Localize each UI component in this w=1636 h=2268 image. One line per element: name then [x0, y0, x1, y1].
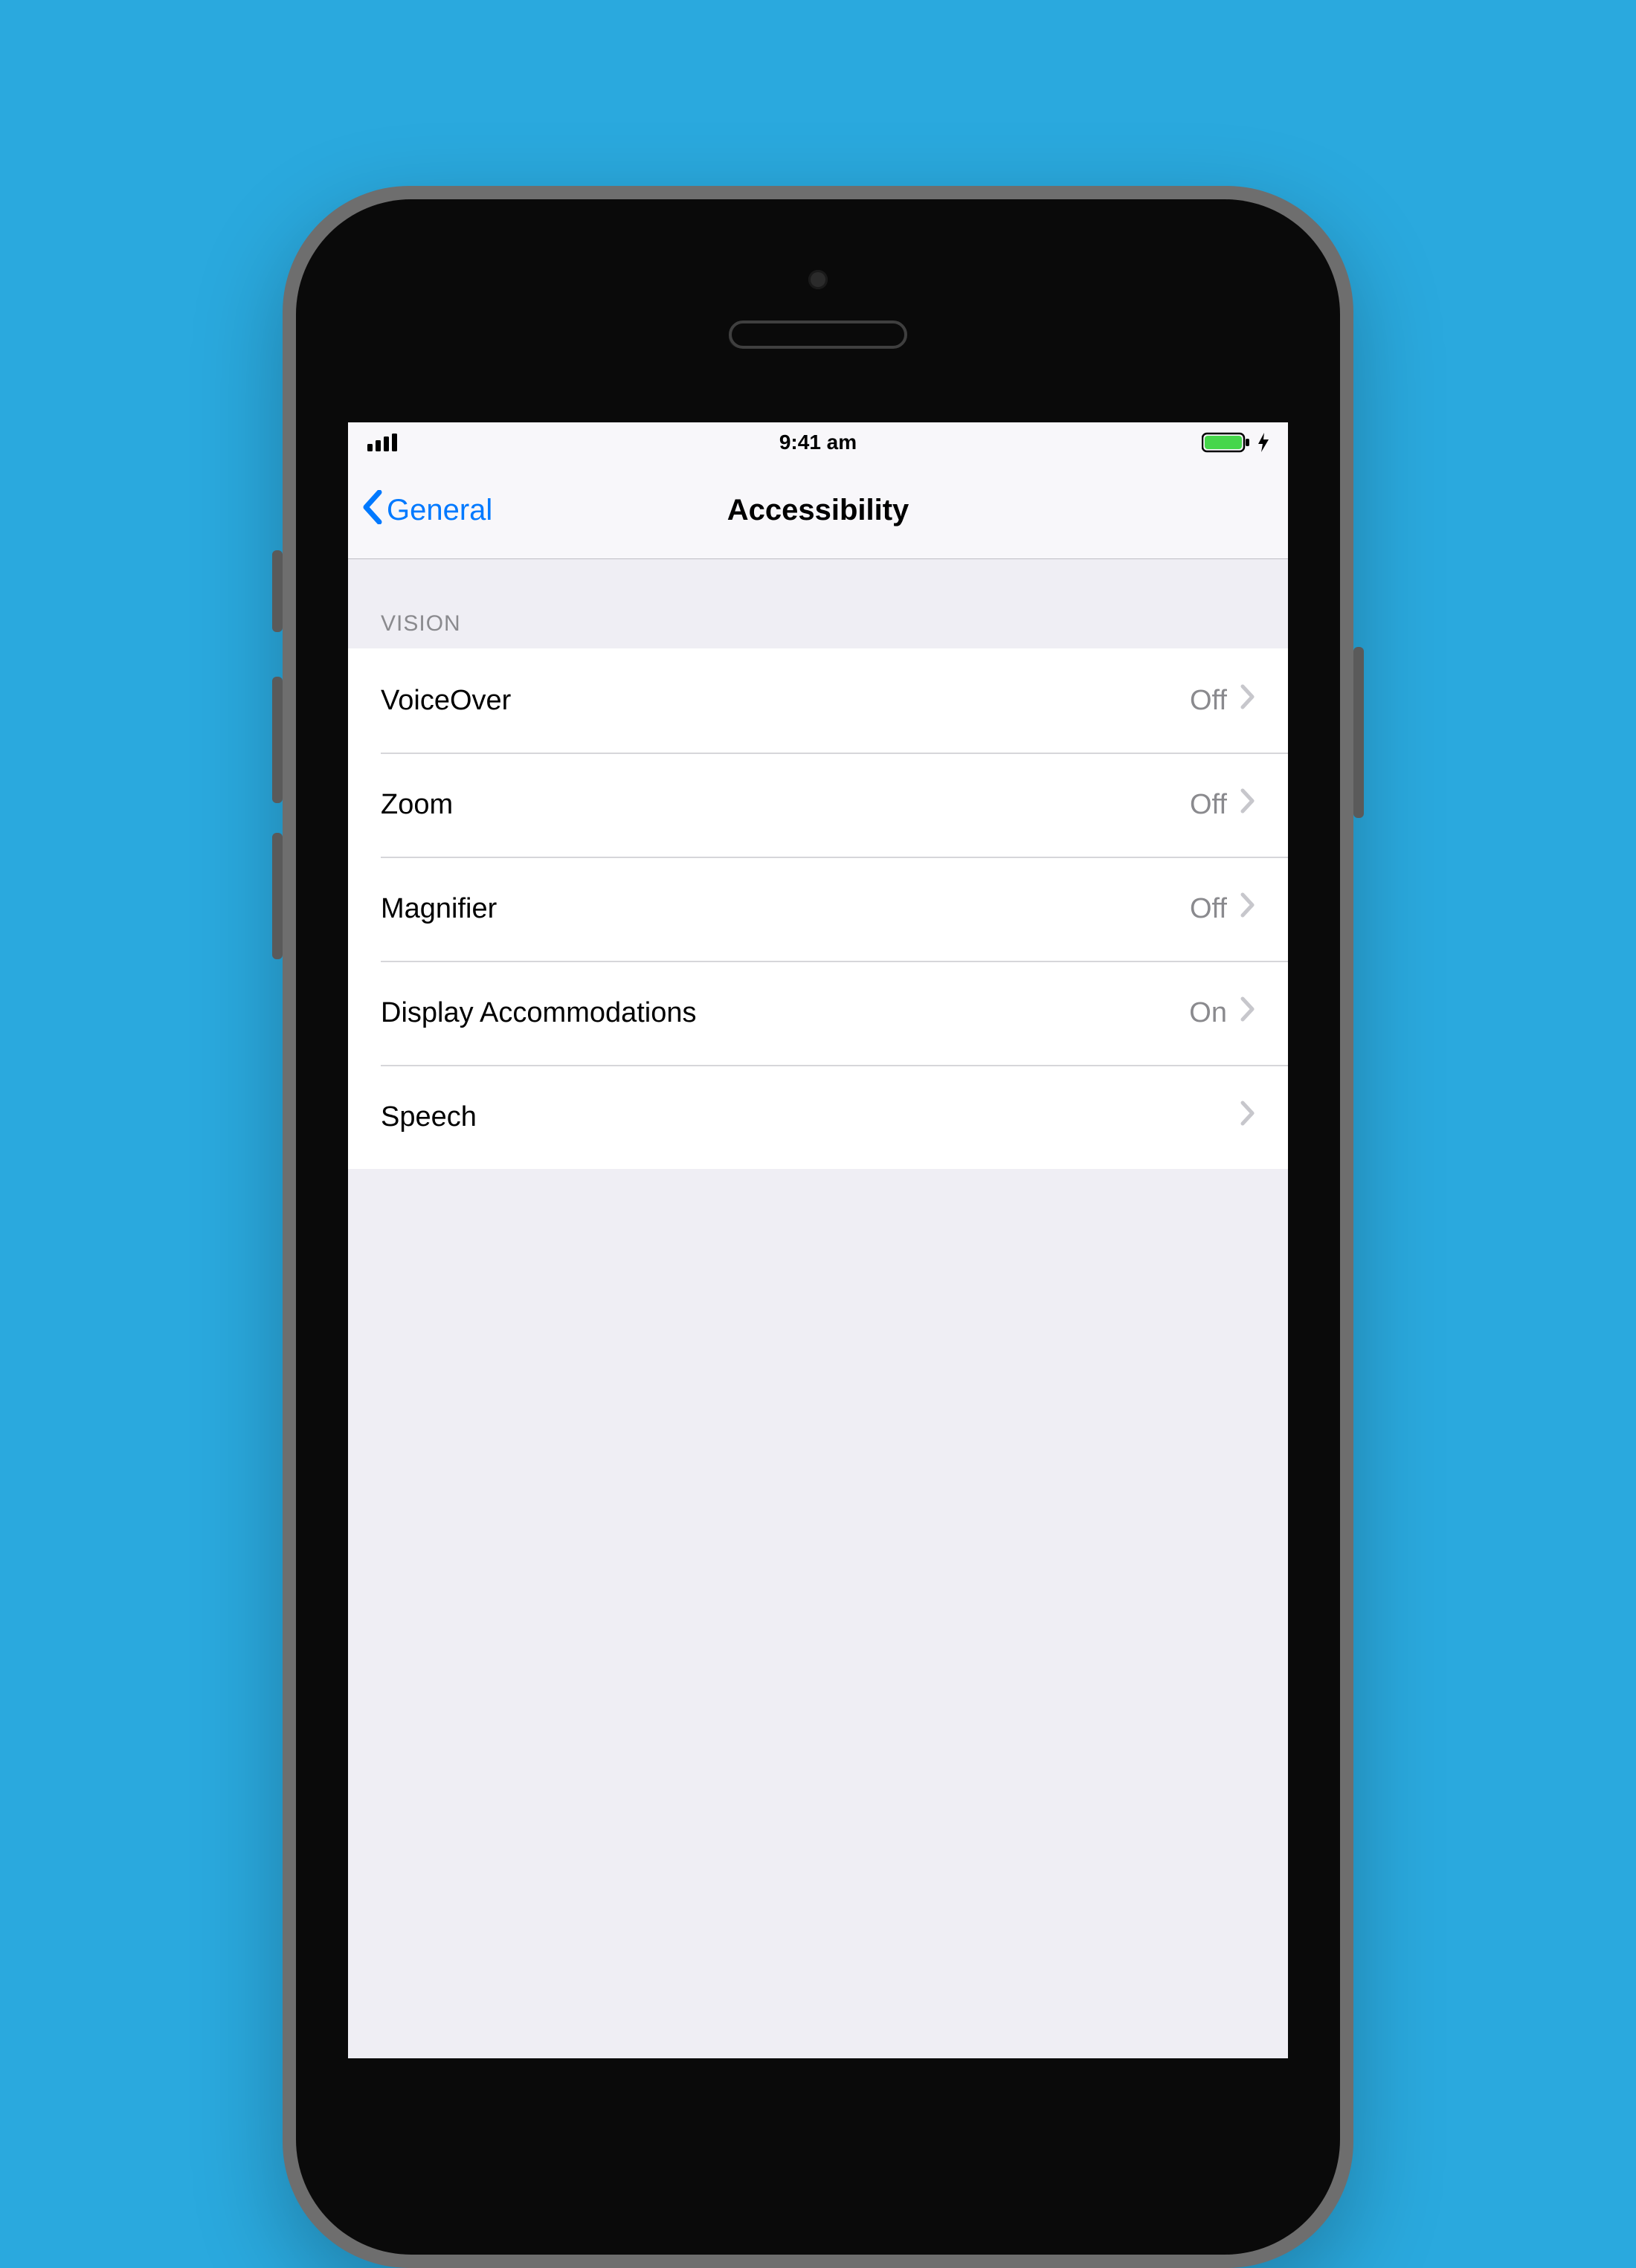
- back-label: General: [387, 494, 492, 527]
- charging-bolt-icon: [1258, 433, 1269, 452]
- status-bar: 9:41 am: [348, 422, 1288, 463]
- row-voiceover[interactable]: VoiceOver Off: [348, 648, 1288, 753]
- back-button[interactable]: General: [361, 490, 492, 532]
- battery-icon: [1202, 431, 1252, 454]
- volume-up-button: [272, 677, 283, 803]
- row-value: On: [1189, 997, 1227, 1029]
- navigation-bar: General Accessibility: [348, 463, 1288, 559]
- phone-bezel: 9:41 am: [296, 199, 1340, 2255]
- screen: 9:41 am: [348, 422, 1288, 2058]
- section-header-vision: VISION: [348, 559, 1288, 648]
- row-zoom[interactable]: Zoom Off: [348, 753, 1288, 857]
- phone-frame: 9:41 am: [283, 186, 1353, 2268]
- chevron-left-icon: [361, 490, 384, 532]
- earpiece-speaker-icon: [729, 320, 907, 349]
- mute-switch: [272, 550, 283, 632]
- chevron-right-icon: [1240, 996, 1255, 1029]
- row-label: Speech: [381, 1101, 1227, 1133]
- row-label: VoiceOver: [381, 685, 1190, 717]
- chevron-right-icon: [1240, 684, 1255, 717]
- row-label: Display Accommodations: [381, 997, 1189, 1029]
- row-value: Off: [1190, 893, 1227, 925]
- row-value: Off: [1190, 685, 1227, 717]
- cellular-signal-icon: [367, 434, 397, 451]
- row-label: Magnifier: [381, 893, 1190, 925]
- row-display-accommodations[interactable]: Display Accommodations On: [348, 961, 1288, 1065]
- page-title: Accessibility: [727, 494, 909, 527]
- row-value: Off: [1190, 789, 1227, 821]
- status-time: 9:41 am: [779, 431, 857, 454]
- chevron-right-icon: [1240, 892, 1255, 925]
- row-speech[interactable]: Speech: [348, 1065, 1288, 1169]
- volume-down-button: [272, 833, 283, 959]
- chevron-right-icon: [1240, 1101, 1255, 1133]
- row-label: Zoom: [381, 789, 1190, 821]
- row-magnifier[interactable]: Magnifier Off: [348, 857, 1288, 961]
- front-camera-icon: [808, 270, 828, 289]
- chevron-right-icon: [1240, 788, 1255, 821]
- power-button: [1353, 647, 1364, 818]
